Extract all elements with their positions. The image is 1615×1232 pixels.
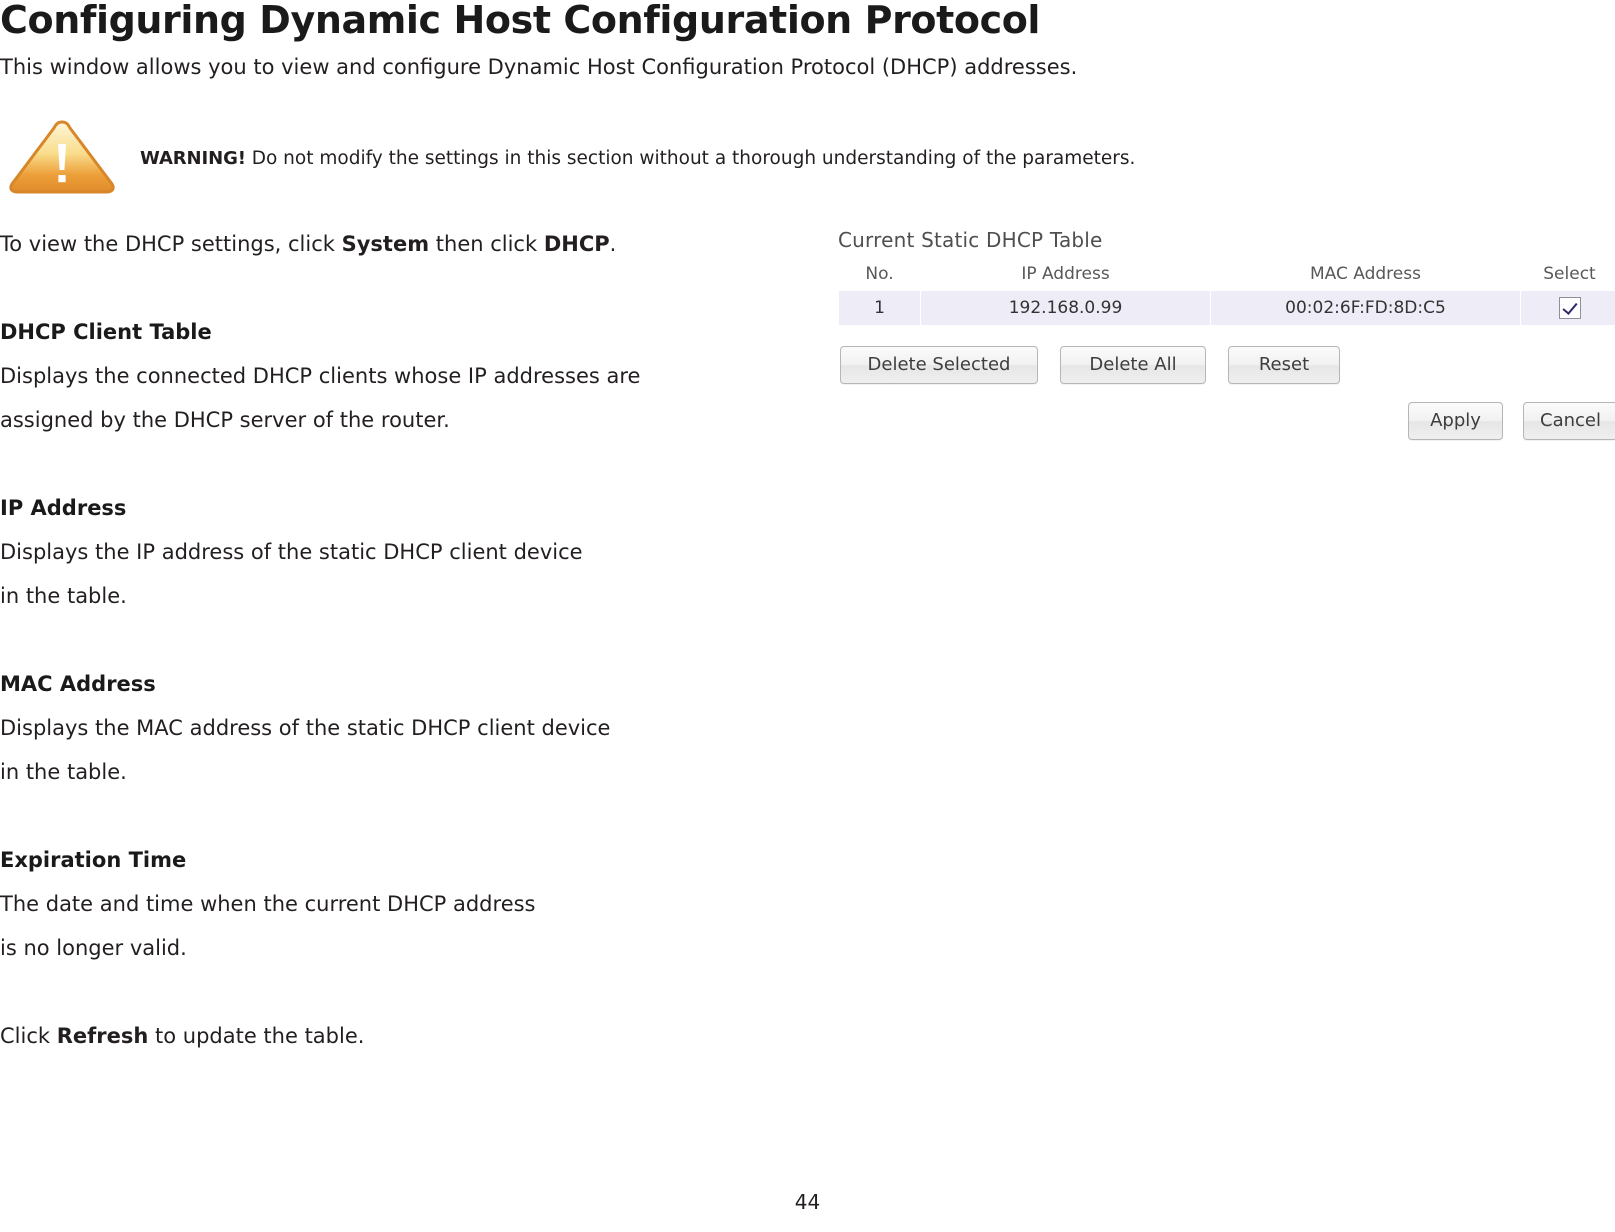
column-header-mac-address: MAC Address (1210, 260, 1521, 291)
static-dhcp-table: No. IP Address MAC Address Select 1 192.… (838, 260, 1615, 326)
view-instruction-post: . (609, 232, 617, 256)
table-row: 1 192.168.0.99 00:02:6F:FD:8D:C5 (838, 290, 1615, 326)
cell-no: 1 (838, 290, 921, 326)
refresh-instruction-post: to update the table. (148, 1024, 365, 1048)
delete-selected-button[interactable]: Delete Selected (840, 346, 1038, 384)
refresh-instruction: Click Refresh to update the table. (0, 1014, 760, 1058)
page-title: Configuring Dynamic Host Configuration P… (0, 0, 1041, 42)
warning-text: WARNING! Do not modify the settings in t… (140, 148, 1135, 169)
document-page: Configuring Dynamic Host Configuration P… (0, 0, 1615, 1232)
section-line: Displays the MAC address of the static D… (0, 716, 611, 740)
view-instruction-pre: To view the DHCP settings, click (0, 232, 342, 256)
refresh-instruction-pre: Click (0, 1024, 57, 1048)
section-line: is no longer valid. (0, 936, 187, 960)
section-heading-dhcp-client-table: DHCP Client Table (0, 320, 212, 344)
warning-triangle-icon (6, 118, 118, 194)
column-header-no: No. (838, 260, 921, 291)
section-line: assigned by the DHCP server of the route… (0, 408, 450, 432)
section-line: in the table. (0, 584, 127, 608)
section-heading-ip-address: IP Address (0, 496, 127, 520)
page-number: 44 (794, 1190, 821, 1214)
section-line: Displays the IP address of the static DH… (0, 540, 583, 564)
router-ui-screenshot: Current Static DHCP Table No. IP Address… (838, 228, 1615, 440)
section-line: Displays the connected DHCP clients whos… (0, 364, 641, 388)
warning-label: WARNING! (140, 148, 246, 169)
view-instruction-bold-dhcp: DHCP (543, 232, 610, 256)
view-instruction-mid: then click (429, 232, 544, 256)
select-checkbox[interactable] (1558, 297, 1581, 319)
warning-block: WARNING! Do not modify the settings in t… (0, 110, 1300, 194)
section-line: in the table. (0, 760, 127, 784)
table-header-row: No. IP Address MAC Address Select (838, 260, 1615, 291)
section-heading-expiration-time: Expiration Time (0, 848, 187, 872)
cell-mac-address: 00:02:6F:FD:8D:C5 (1210, 290, 1521, 326)
body-content: To view the DHCP settings, click System … (0, 222, 760, 1058)
warning-body: Do not modify the settings in this secti… (245, 148, 1136, 169)
refresh-instruction-bold: Refresh (56, 1024, 149, 1048)
column-header-ip-address: IP Address (920, 260, 1211, 291)
section-heading-mac-address: MAC Address (0, 672, 156, 696)
table-action-buttons: Delete Selected Delete All Reset (838, 346, 1615, 384)
view-instruction-bold-system: System (341, 232, 430, 256)
reset-button[interactable]: Reset (1228, 346, 1340, 384)
intro-paragraph: This window allows you to view and confi… (0, 55, 1078, 79)
cell-ip-address: 192.168.0.99 (920, 290, 1211, 326)
delete-all-button[interactable]: Delete All (1060, 346, 1206, 384)
cancel-button[interactable]: Cancel (1523, 402, 1615, 440)
form-action-buttons: Apply Cancel (838, 402, 1615, 440)
cell-select (1520, 290, 1615, 326)
column-header-select: Select (1520, 260, 1615, 291)
static-dhcp-table-caption: Current Static DHCP Table (838, 228, 1103, 252)
view-instruction: To view the DHCP settings, click System … (0, 222, 760, 266)
apply-button[interactable]: Apply (1408, 402, 1503, 440)
section-line: The date and time when the current DHCP … (0, 892, 536, 916)
